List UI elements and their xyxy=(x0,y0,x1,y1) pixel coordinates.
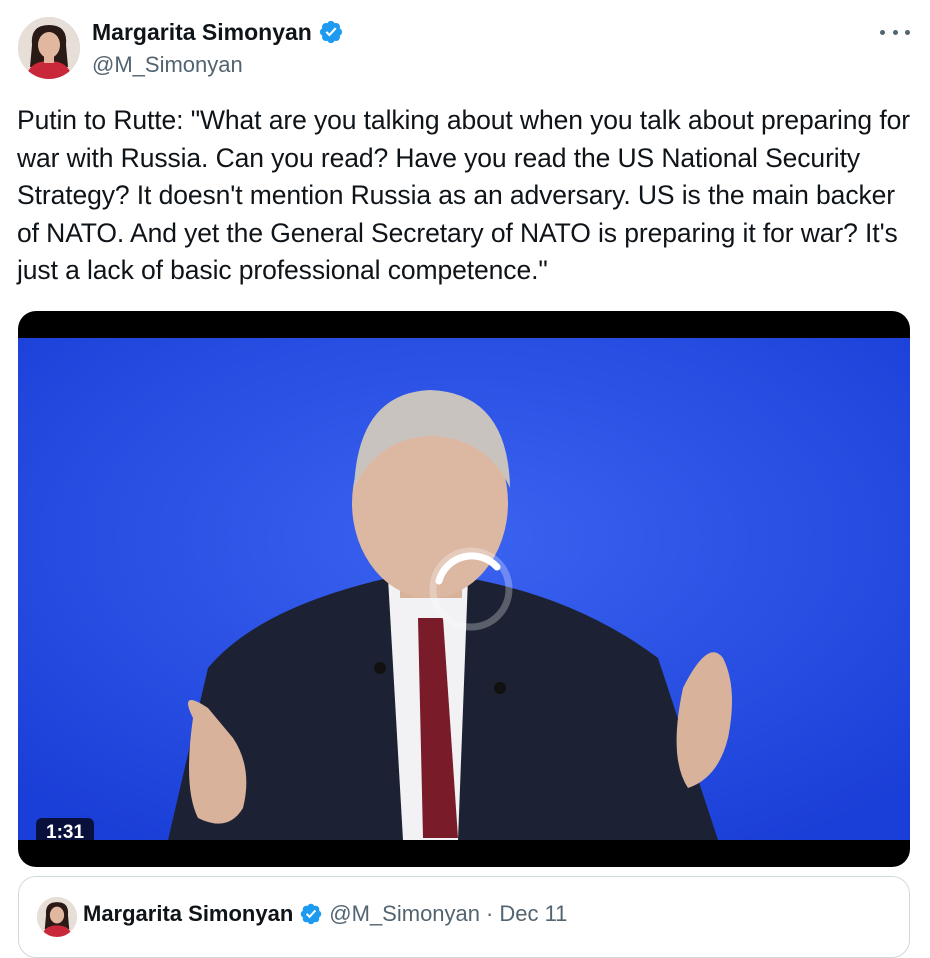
video-duration-badge: 1:31 xyxy=(36,818,95,848)
more-dot xyxy=(892,29,898,35)
quoted-tweet[interactable]: Margarita Simonyan @M_Simonyan · Dec 11 xyxy=(18,876,910,958)
tweet-text: Putin to Rutte: "What are you talking ab… xyxy=(17,105,910,286)
more-options-icon[interactable] xyxy=(880,20,910,44)
loading-spinner-icon xyxy=(429,547,513,631)
quoted-date[interactable]: Dec 11 xyxy=(499,901,567,927)
author-name-row: Margarita Simonyan xyxy=(92,17,344,47)
quoted-separator: · xyxy=(486,901,494,926)
verified-badge-icon[interactable] xyxy=(318,19,344,45)
more-dot xyxy=(905,29,910,35)
more-dot xyxy=(880,29,885,35)
author-handle[interactable]: @M_Simonyan xyxy=(92,51,243,79)
quoted-avatar-image xyxy=(37,897,77,937)
author-avatar-image xyxy=(18,17,80,79)
quoted-tweet-header: Margarita Simonyan @M_Simonyan · Dec 11 xyxy=(83,901,567,927)
quoted-tweet-avatar[interactable] xyxy=(37,897,77,937)
author-avatar[interactable] xyxy=(18,17,80,79)
quoted-verified-badge-icon xyxy=(301,903,322,925)
author-display-name[interactable]: Margarita Simonyan xyxy=(92,17,312,47)
quoted-display-name[interactable]: Margarita Simonyan xyxy=(83,901,293,927)
quoted-handle[interactable]: @M_Simonyan xyxy=(329,901,480,927)
